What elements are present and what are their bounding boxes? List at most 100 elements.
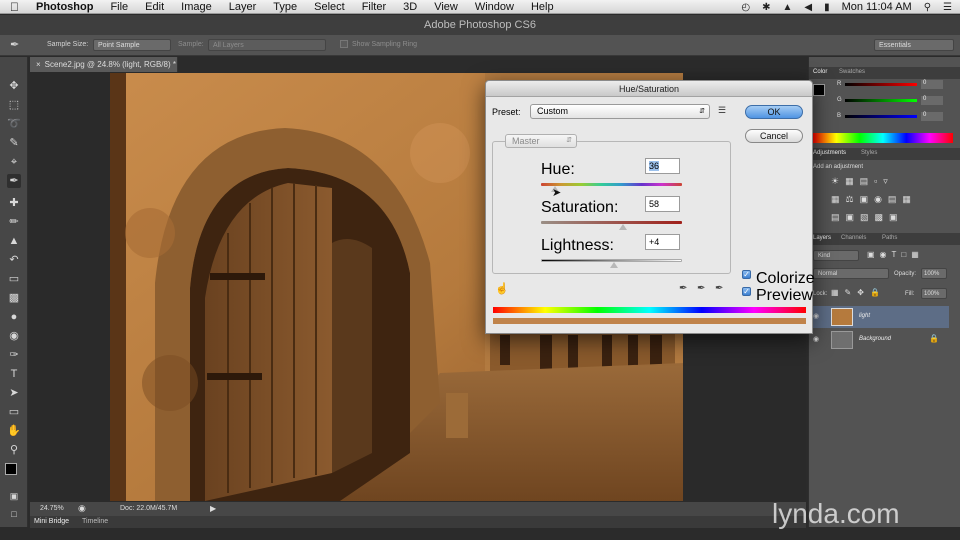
tab-paths[interactable]: Paths: [882, 235, 897, 241]
lasso-tool-icon[interactable]: ➰: [7, 117, 21, 131]
channel-r-slider[interactable]: [845, 83, 917, 86]
tab-layers[interactable]: Layers: [813, 235, 831, 241]
menu-file[interactable]: File: [110, 1, 128, 13]
move-tool-icon[interactable]: ✥: [7, 79, 21, 93]
layer-visibility-eye-icon[interactable]: ◉: [813, 335, 819, 343]
history-brush-tool-icon[interactable]: ↶: [7, 253, 21, 267]
close-tab-icon[interactable]: ×: [36, 60, 41, 69]
sample-layers-select[interactable]: All Layers: [208, 39, 326, 51]
tab-mini-bridge[interactable]: Mini Bridge: [34, 518, 69, 525]
eyedropper-add-icon[interactable]: ✒: [697, 283, 705, 294]
menu-help[interactable]: Help: [531, 1, 554, 13]
colorize-checkbox[interactable]: ✓: [742, 270, 751, 279]
layer-name-light[interactable]: light: [859, 313, 870, 319]
quick-select-tool-icon[interactable]: ✎: [7, 136, 21, 150]
sampling-ring-checkbox[interactable]: [340, 40, 348, 48]
adjustment-icons-row-2[interactable]: ▦⚖▣◉▤▦: [831, 194, 951, 205]
saturation-slider[interactable]: [541, 221, 682, 224]
menu-edit[interactable]: Edit: [145, 1, 164, 13]
menu-view[interactable]: View: [434, 1, 458, 13]
wifi-icon[interactable]: ▲: [782, 2, 792, 13]
menu-photoshop[interactable]: Photoshop: [36, 1, 93, 13]
workspace-select[interactable]: Essentials: [874, 39, 954, 51]
gradient-tool-icon[interactable]: ▩: [7, 291, 21, 305]
dialog-title-bar[interactable]: Hue/Saturation: [486, 81, 812, 97]
color-panel-foreground-swatch[interactable]: [813, 84, 825, 96]
saturation-slider-thumb[interactable]: [618, 224, 627, 230]
opacity-input[interactable]: 100%: [921, 268, 947, 279]
hue-input[interactable]: 36: [645, 158, 680, 174]
volume-icon[interactable]: ◀: [804, 2, 812, 13]
ok-button[interactable]: OK: [745, 105, 803, 119]
spot-healing-tool-icon[interactable]: ✚: [7, 196, 21, 210]
menu-3d[interactable]: 3D: [403, 1, 417, 13]
channel-b-slider[interactable]: [845, 115, 917, 118]
fill-input[interactable]: 100%: [921, 288, 947, 299]
adjustment-icons-row-1[interactable]: ☀▦▤▫▿: [831, 176, 951, 187]
preview-checkbox[interactable]: ✓: [742, 287, 751, 296]
channel-b-value[interactable]: 0: [921, 112, 943, 121]
apple-icon[interactable]: : [10, 0, 24, 14]
eraser-tool-icon[interactable]: ▭: [7, 272, 21, 286]
channel-r-value[interactable]: 0: [921, 80, 943, 89]
marquee-tool-icon[interactable]: ⬚: [7, 98, 21, 112]
brush-tool-icon[interactable]: ✏: [7, 215, 21, 229]
blend-mode-select[interactable]: Normal: [813, 268, 889, 279]
spotlight-search-icon[interactable]: ⚲: [924, 2, 931, 13]
eyedropper-tool-icon[interactable]: ✒: [7, 174, 21, 188]
battery-icon[interactable]: ▮: [824, 2, 830, 13]
hand-tool-icon[interactable]: ✋: [7, 424, 21, 438]
time-machine-icon[interactable]: ◴: [741, 2, 750, 13]
saturation-input[interactable]: 58: [645, 196, 680, 212]
quick-mask-icon[interactable]: ▣: [7, 489, 21, 503]
tab-adjustments[interactable]: Adjustments: [813, 150, 846, 156]
foreground-color-swatch[interactable]: [5, 463, 17, 475]
status-menu-arrow-icon[interactable]: ▶: [210, 504, 216, 513]
clone-stamp-tool-icon[interactable]: ▲: [7, 234, 21, 248]
adjustment-icons-row-3[interactable]: ▤▣▧▩▣: [831, 212, 951, 223]
blur-tool-icon[interactable]: ●: [7, 310, 21, 324]
eyedropper-subtract-icon[interactable]: ✒: [715, 283, 723, 294]
cancel-button[interactable]: Cancel: [745, 129, 803, 143]
zoom-level[interactable]: 24.75%: [40, 505, 64, 512]
zoom-tool-icon[interactable]: ⚲: [7, 443, 21, 457]
tab-timeline[interactable]: Timeline: [82, 518, 108, 525]
eyedropper-tool-preset-icon[interactable]: ✒: [10, 38, 19, 51]
menu-select[interactable]: Select: [314, 1, 345, 13]
menu-layer[interactable]: Layer: [229, 1, 257, 13]
tab-color[interactable]: Color: [813, 69, 827, 75]
targeted-adjustment-hand-icon[interactable]: ☝: [495, 282, 509, 295]
notification-list-icon[interactable]: ☰: [943, 2, 952, 13]
layer-visibility-eye-icon[interactable]: ◉: [813, 312, 819, 320]
rectangle-tool-icon[interactable]: ▭: [7, 405, 21, 419]
layer-row-light[interactable]: ◉ light: [809, 306, 949, 328]
type-tool-icon[interactable]: T: [7, 367, 21, 381]
layer-filter-kind-select[interactable]: Kind: [813, 250, 859, 261]
bluetooth-icon[interactable]: ✱: [762, 2, 770, 13]
channel-select[interactable]: Master ⇵: [505, 134, 577, 148]
lightness-slider-thumb[interactable]: [610, 262, 619, 268]
document-tab[interactable]: × Scene2.jpg @ 24.8% (light, RGB/8) *: [30, 57, 178, 72]
channel-g-slider[interactable]: [845, 99, 917, 102]
preset-select[interactable]: Custom ⇵: [530, 104, 710, 119]
lightness-input[interactable]: +4: [645, 234, 680, 250]
screen-mode-icon[interactable]: □: [7, 507, 21, 521]
sample-size-select[interactable]: Point Sample: [93, 39, 171, 51]
layer-row-background[interactable]: ◉ Background 🔒: [809, 329, 949, 351]
menu-window[interactable]: Window: [475, 1, 514, 13]
tab-swatches[interactable]: Swatches: [839, 69, 865, 75]
status-info-icon[interactable]: ◉: [78, 503, 86, 514]
tab-styles[interactable]: Styles: [861, 150, 877, 156]
layer-filter-icons[interactable]: ▣◉T□▦: [867, 250, 957, 259]
layer-name-background[interactable]: Background: [859, 336, 891, 342]
color-spectrum-ramp[interactable]: [813, 133, 953, 143]
crop-tool-icon[interactable]: ⌖: [7, 155, 21, 169]
dodge-tool-icon[interactable]: ◉: [7, 329, 21, 343]
clock[interactable]: Mon 11:04 AM: [842, 1, 912, 13]
hue-slider[interactable]: [541, 183, 682, 186]
lock-icons[interactable]: ▦✎✥🔒: [831, 288, 886, 297]
path-selection-tool-icon[interactable]: ➤: [7, 386, 21, 400]
menu-image[interactable]: Image: [181, 1, 212, 13]
menu-filter[interactable]: Filter: [362, 1, 386, 13]
tab-channels[interactable]: Channels: [841, 235, 866, 241]
